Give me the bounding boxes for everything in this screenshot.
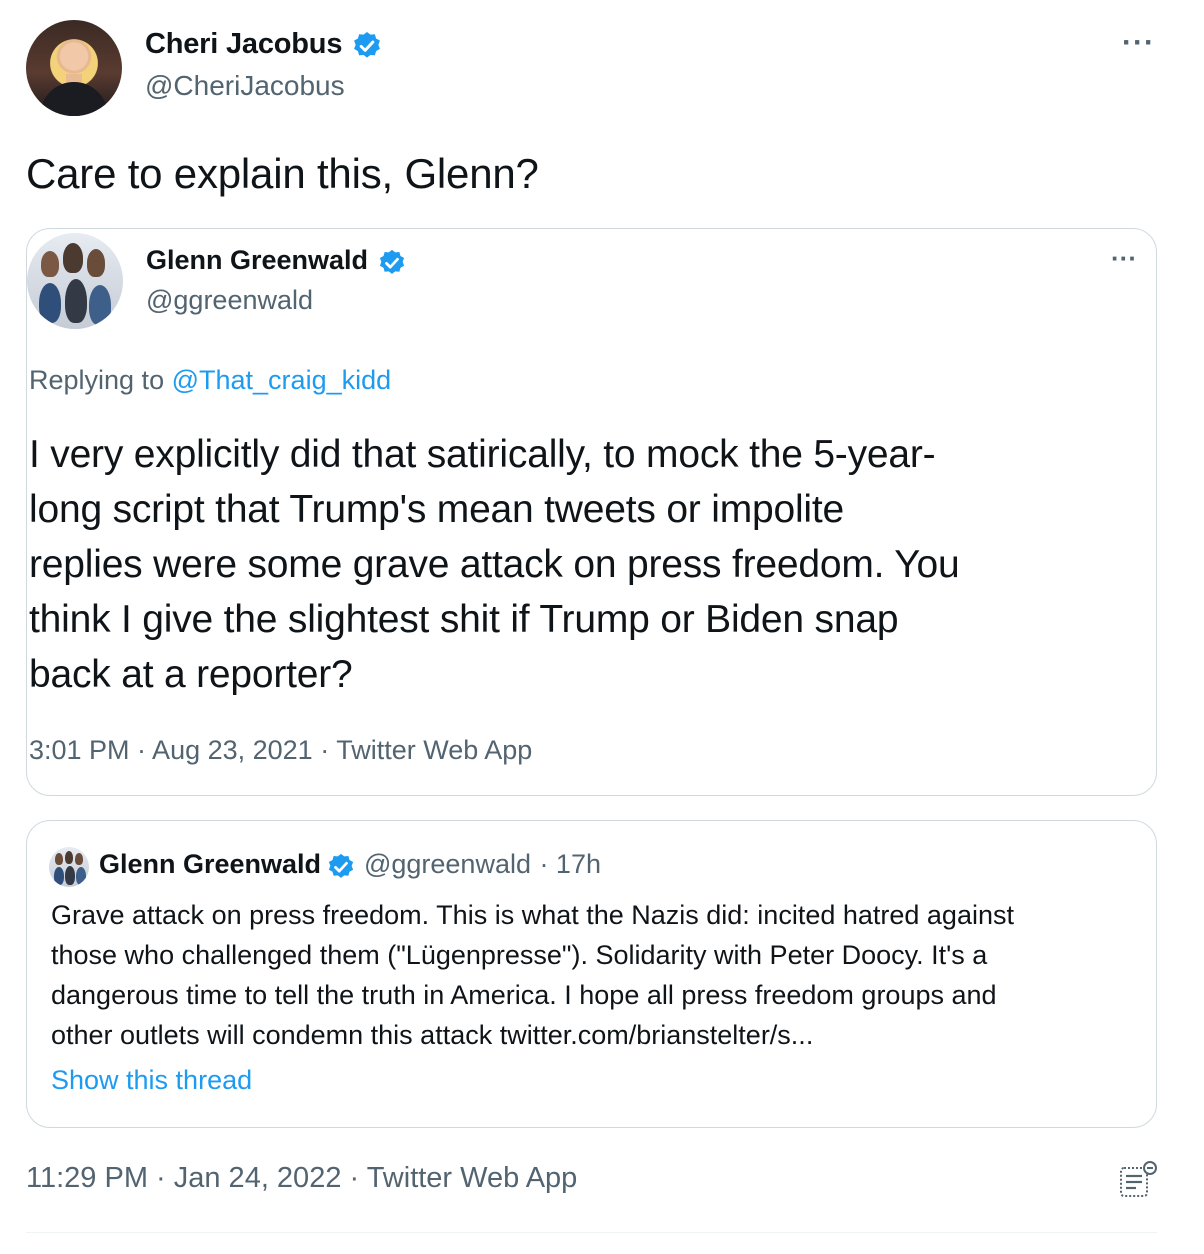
show-thread-link[interactable]: Show this thread (51, 1065, 252, 1096)
embedded-author-avatar[interactable] (27, 233, 123, 329)
quoted-tweet-card[interactable]: Glenn Greenwald @ggreenwald · 17h Grave … (26, 820, 1157, 1128)
verified-badge-icon (328, 853, 353, 878)
tweet-text: Care to explain this, Glenn? (26, 150, 539, 197)
author-handle[interactable]: @CheriJacobus (145, 70, 345, 102)
author-avatar[interactable] (26, 20, 122, 116)
embedded-timestamp[interactable]: 3:01 PM · Aug 23, 2021 · Twitter Web App (29, 735, 532, 766)
more-dots-icon[interactable]: ··· (1122, 26, 1155, 60)
quoted-author-row[interactable]: Glenn Greenwald @ggreenwald · 17h (99, 849, 601, 882)
quoted-text-line: dangerous time to tell the truth in Amer… (51, 980, 997, 1010)
embedded-author-name-row[interactable]: Glenn Greenwald (146, 245, 407, 278)
author-name-row[interactable]: Cheri Jacobus (145, 28, 383, 62)
quoted-text-line: those who challenged them ("Lügenpresse"… (51, 940, 988, 970)
embedded-more-dots-icon[interactable]: ··· (1111, 243, 1137, 274)
replying-to-line: Replying to @That_craig_kidd (29, 365, 391, 396)
verified-badge-icon (353, 31, 380, 58)
tweet-timestamp[interactable]: 11:29 PM · Jan 24, 2022 · Twitter Web Ap… (26, 1162, 577, 1195)
embedded-text-line: think I give the slightest shit if Trump… (29, 598, 899, 641)
embedded-text-line: I very explicitly did that satirically, … (29, 433, 936, 476)
author-name[interactable]: Cheri Jacobus (145, 28, 342, 60)
replying-to-label: Replying to (29, 365, 165, 395)
embedded-author-handle[interactable]: @ggreenwald (146, 285, 313, 316)
embedded-author-name[interactable]: Glenn Greenwald (146, 245, 368, 275)
quoted-tweet-text: Grave attack on press freedom. This is w… (51, 895, 1014, 1055)
analytics-icon[interactable] (1116, 1160, 1160, 1200)
embedded-tweet-text: I very explicitly did that satirically, … (29, 427, 960, 702)
divider (26, 1232, 1157, 1233)
quoted-author-avatar[interactable] (49, 847, 89, 887)
embedded-text-line: replies were some grave attack on press … (29, 543, 960, 586)
quoted-time[interactable]: · 17h (539, 849, 601, 879)
verified-badge-icon (379, 249, 404, 274)
quoted-text-line: other outlets will condemn this attack t… (51, 1020, 814, 1050)
embedded-text-line: back at a reporter? (29, 653, 353, 696)
embedded-text-line: long script that Trump's mean tweets or … (29, 488, 845, 531)
embedded-tweet-card[interactable]: Glenn Greenwald @ggreenwald ··· Replying… (26, 228, 1157, 796)
replying-to-link[interactable]: @That_craig_kidd (172, 365, 392, 395)
quoted-text-line: Grave attack on press freedom. This is w… (51, 900, 1014, 930)
quoted-author-name[interactable]: Glenn Greenwald (99, 849, 321, 879)
quoted-author-handle[interactable]: @ggreenwald (364, 849, 531, 879)
